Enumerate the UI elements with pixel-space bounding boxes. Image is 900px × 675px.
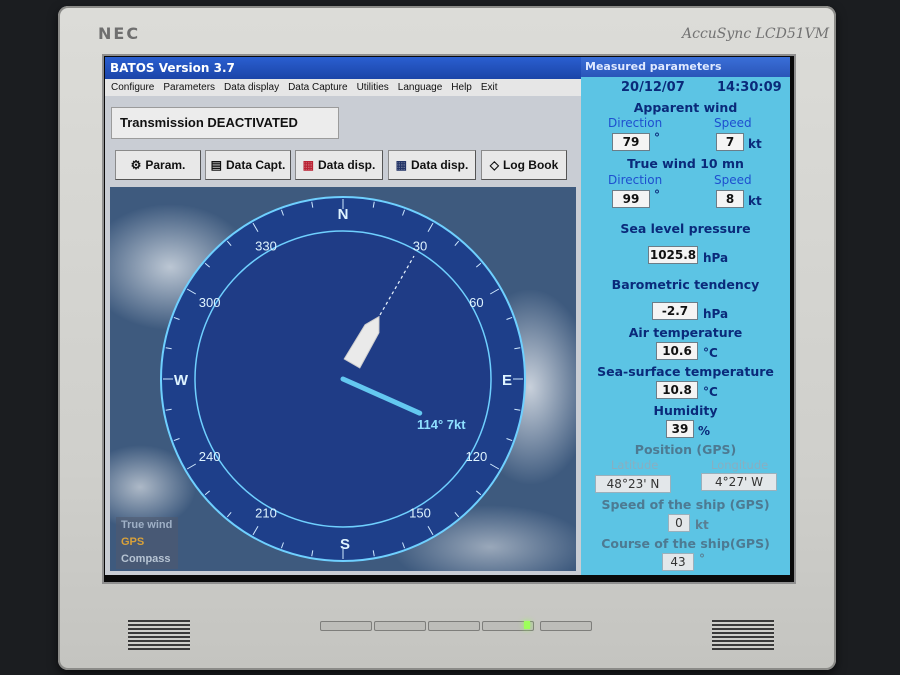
apparent-wind-heading: Apparent wind bbox=[633, 100, 738, 115]
apparent-direction-unit: ° bbox=[654, 131, 660, 145]
true-speed-unit: kt bbox=[748, 194, 762, 208]
longitude-value: 4°27' W bbox=[701, 473, 777, 491]
course-value: 43 bbox=[662, 553, 694, 571]
humidity-heading: Humidity bbox=[653, 403, 718, 418]
speaker-grille-left bbox=[128, 620, 190, 650]
true-wind-heading: True wind 10 mn bbox=[627, 156, 744, 171]
course-heading: Course of the ship(GPS) bbox=[601, 536, 770, 551]
tendency-heading: Barometric tendency bbox=[611, 277, 760, 292]
compass-north: N bbox=[338, 206, 349, 223]
sea-temp-heading: Sea-surface temperature bbox=[597, 364, 774, 379]
compass-degree-label: 30 bbox=[413, 239, 427, 254]
speed-unit: kt bbox=[695, 518, 709, 532]
compass-south: S bbox=[340, 536, 350, 553]
true-speed-label: Speed bbox=[714, 173, 752, 187]
apparent-speed-value: 7 bbox=[716, 133, 744, 151]
power-button[interactable] bbox=[540, 621, 592, 631]
humidity-unit: % bbox=[698, 424, 711, 438]
air-temp-value: 10.6 bbox=[656, 342, 698, 360]
compass-degree-label: 210 bbox=[255, 505, 277, 520]
apparent-direction-value: 79 bbox=[612, 133, 650, 151]
air-temp-unit: °C bbox=[703, 346, 718, 360]
speaker-grille-right bbox=[712, 620, 774, 650]
position-heading: Position (GPS) bbox=[634, 442, 737, 457]
true-direction-label: Direction bbox=[608, 173, 663, 187]
legend-compass[interactable]: Compass bbox=[121, 551, 178, 568]
wind-readout: 114° 7kt bbox=[417, 417, 466, 432]
compass-degree-label: 300 bbox=[199, 295, 221, 310]
sea-temp-unit: °C bbox=[703, 385, 718, 399]
compass-degree-label: 60 bbox=[469, 295, 483, 310]
panel-title: Measured parameters bbox=[581, 57, 790, 77]
monitor-model: AccuSync LCD51VM bbox=[682, 26, 830, 42]
map-legend: True wind GPS Compass bbox=[116, 517, 178, 569]
power-led bbox=[524, 621, 530, 629]
compass-degree-label: 330 bbox=[255, 239, 277, 254]
compass-degree-label: 150 bbox=[409, 505, 431, 520]
speed-heading: Speed of the ship (GPS) bbox=[601, 497, 770, 512]
measured-parameters-panel: Measured parameters 20/12/07 14:30:09 Ap… bbox=[581, 57, 790, 575]
monitor-button-1[interactable] bbox=[320, 621, 372, 631]
apparent-speed-unit: kt bbox=[748, 137, 762, 151]
course-unit: ° bbox=[699, 552, 705, 566]
compass-degree-label: 120 bbox=[466, 449, 488, 464]
latitude-label: Latitude bbox=[611, 458, 659, 472]
time-value: 14:30:09 bbox=[717, 80, 782, 95]
longitude-label: Longitude bbox=[711, 458, 769, 472]
apparent-direction-label: Direction bbox=[608, 116, 663, 130]
tendency-unit: hPa bbox=[703, 307, 729, 321]
compass-rose[interactable]: N E S W 30 60 120 150 210 240 300 330 114° 7kt bbox=[105, 57, 581, 575]
sea-temp-value: 10.8 bbox=[656, 381, 698, 399]
true-direction-value: 99 bbox=[612, 190, 650, 208]
date-value: 20/12/07 bbox=[621, 80, 685, 95]
compass-west: W bbox=[174, 372, 189, 389]
tendency-value: -2.7 bbox=[652, 302, 698, 320]
true-direction-unit: ° bbox=[654, 188, 660, 202]
true-speed-value: 8 bbox=[716, 190, 744, 208]
humidity-value: 39 bbox=[666, 420, 694, 438]
air-temp-heading: Air temperature bbox=[628, 325, 743, 340]
pressure-value: 1025.8 bbox=[648, 246, 698, 264]
legend-true-wind[interactable]: True wind bbox=[121, 517, 178, 534]
monitor-button-2[interactable] bbox=[374, 621, 426, 631]
compass-degree-label: 240 bbox=[199, 449, 221, 464]
latitude-value: 48°23' N bbox=[595, 475, 671, 493]
monitor-brand: NEC bbox=[98, 24, 141, 43]
batos-window: BATOS Version 3.7 Configure Parameters D… bbox=[105, 57, 581, 575]
compass-east: E bbox=[502, 372, 512, 389]
monitor-button-3[interactable] bbox=[428, 621, 480, 631]
pressure-heading: Sea level pressure bbox=[620, 221, 751, 236]
pressure-unit: hPa bbox=[703, 251, 729, 265]
apparent-speed-label: Speed bbox=[714, 116, 752, 130]
legend-gps[interactable]: GPS bbox=[121, 534, 178, 551]
speed-value: 0 bbox=[668, 514, 690, 532]
